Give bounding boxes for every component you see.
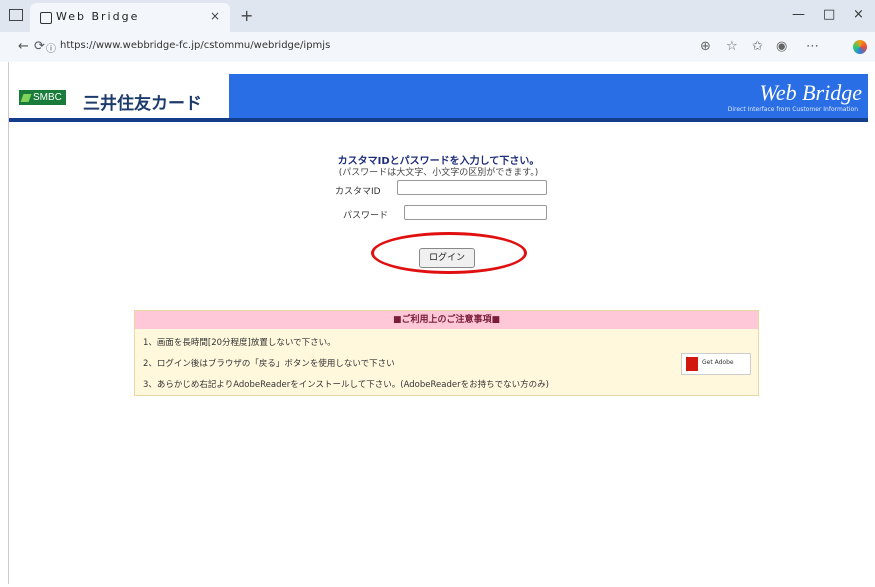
brand-name: 三井住友カード: [83, 94, 202, 114]
browser-titlebar: Web Bridge × + — □ ×: [0, 0, 875, 32]
minimize-icon[interactable]: —: [792, 7, 805, 22]
smbc-logo: SMBC: [19, 90, 66, 105]
favorite-star-icon[interactable]: ☆: [726, 39, 738, 54]
favicon-icon: [40, 12, 52, 24]
app-subtitle: Direct Interface from Customer Informati…: [727, 106, 858, 113]
header-banner: SMBC 三井住友カード Web Bridge Direct Interface…: [9, 74, 868, 118]
page-viewport: SMBC 三井住友カード Web Bridge Direct Interface…: [8, 62, 868, 584]
app-title: Web Bridge: [759, 80, 862, 105]
tab-title: Web Bridge: [56, 10, 140, 23]
notice-item: 3、あらかじめ右記よりAdobeReaderをインストールして下さい。(Adob…: [143, 380, 549, 390]
close-window-icon[interactable]: ×: [853, 7, 864, 22]
notice-item: 1、画面を長時間[20分程度]放置しないで下さい。: [143, 338, 336, 348]
copilot-icon[interactable]: [853, 40, 867, 54]
customer-id-input[interactable]: [397, 180, 547, 195]
notice-box: ■ご利用上のご注意事項■ 1、画面を長時間[20分程度]放置しないで下さい。 2…: [134, 310, 759, 396]
notice-item: 2、ログイン後はブラウザの「戻る」ボタンを使用しないで下さい: [143, 359, 395, 369]
password-input[interactable]: [404, 205, 547, 220]
reader-icon[interactable]: ⊕: [700, 39, 711, 54]
url-field[interactable]: https://www.webbridge-fc.jp/cstommu/webr…: [60, 40, 330, 51]
notice-title: ■ご利用上のご注意事項■: [135, 311, 758, 329]
site-info-icon[interactable]: ⓘ: [46, 40, 56, 55]
customer-id-label: カスタマID: [335, 187, 381, 197]
new-tab-icon[interactable]: +: [240, 6, 253, 25]
window-menu-icon[interactable]: [9, 9, 23, 21]
profile-icon[interactable]: ◉: [776, 39, 787, 54]
banner-divider: [9, 118, 868, 122]
adobe-label: Get Adobe: [702, 359, 734, 366]
get-adobe-reader-button[interactable]: Get Adobe: [681, 353, 751, 375]
login-button[interactable]: ログイン: [419, 248, 475, 268]
browser-tab[interactable]: Web Bridge ×: [30, 3, 230, 32]
maximize-icon[interactable]: □: [823, 7, 835, 22]
password-note: (パスワードは大文字、小文字の区別ができます。): [338, 168, 539, 178]
more-icon[interactable]: ⋯: [806, 39, 819, 54]
password-label: パスワード: [343, 211, 389, 221]
adobe-icon: [686, 357, 698, 371]
tab-close-icon[interactable]: ×: [210, 9, 220, 23]
address-bar: ← ⟳ ⓘ https://www.webbridge-fc.jp/cstomm…: [0, 32, 875, 62]
logo-area: SMBC 三井住友カード: [9, 74, 229, 118]
back-icon[interactable]: ←: [18, 39, 29, 54]
favorites-icon[interactable]: ✩: [752, 39, 763, 54]
reload-icon[interactable]: ⟳: [34, 39, 45, 54]
